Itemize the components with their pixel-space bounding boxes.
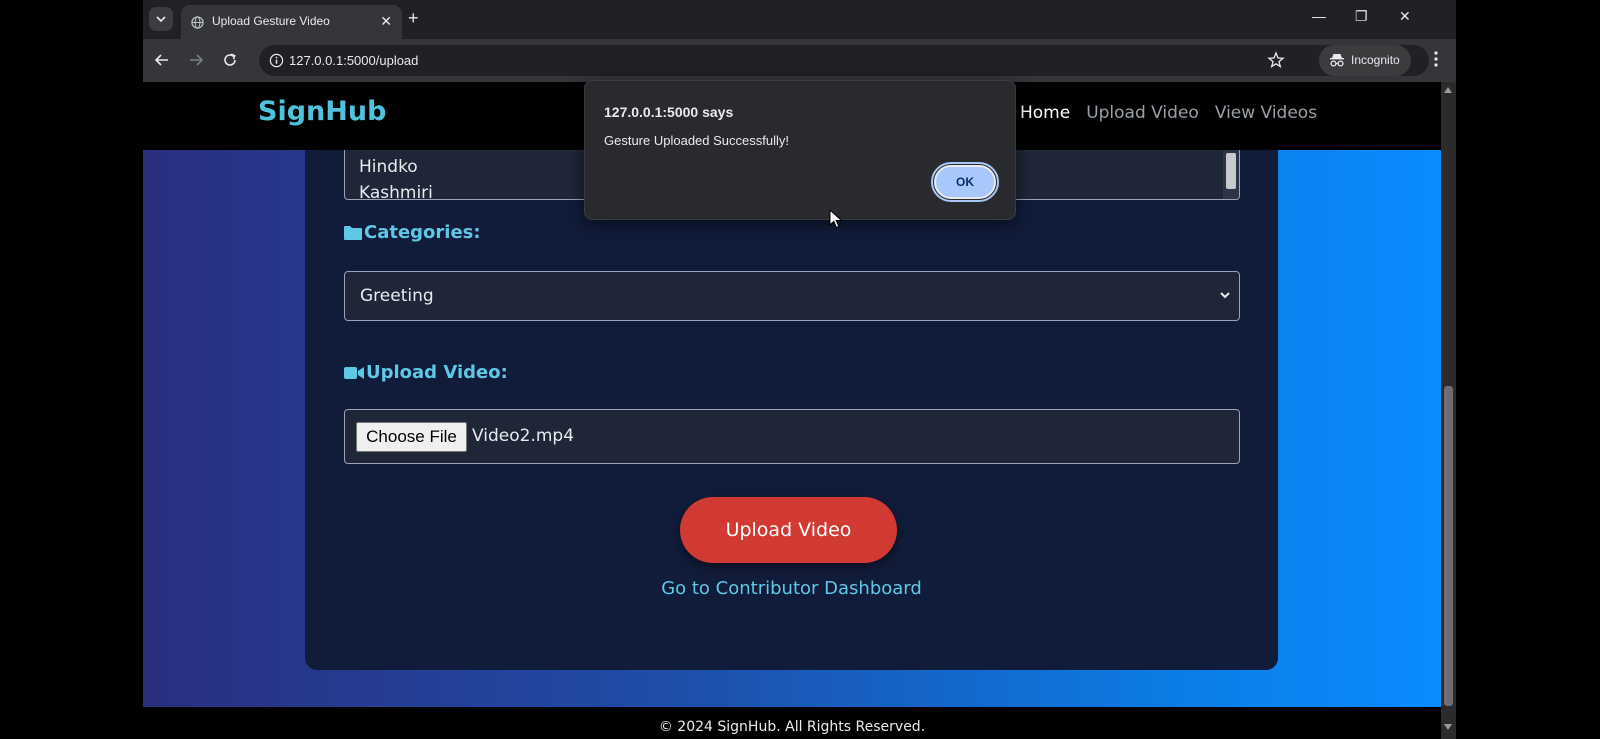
selected-file-name: Video2.mp4: [472, 426, 575, 446]
folder-icon: [344, 226, 362, 240]
footer-copyright: © 2024 SignHub. All Rights Reserved.: [658, 719, 926, 735]
minimize-icon[interactable]: —: [1312, 8, 1326, 24]
chevron-down-icon: [1220, 292, 1230, 299]
page-scrollbar[interactable]: [1441, 82, 1456, 739]
incognito-icon: [1330, 54, 1344, 67]
globe-icon: [191, 16, 204, 29]
nav-home[interactable]: Home: [1020, 103, 1070, 123]
scroll-down-arrow-icon[interactable]: [1444, 724, 1452, 730]
nav-view-videos[interactable]: View Videos: [1215, 103, 1317, 123]
mouse-pointer-icon: [829, 209, 843, 229]
tab-search-button[interactable]: [149, 7, 173, 31]
languages-line-hindko: Hindko: [359, 157, 418, 177]
scroll-up-arrow-icon[interactable]: [1444, 87, 1452, 93]
alert-message: Gesture Uploaded Successfully!: [604, 133, 789, 148]
alert-dialog: 127.0.0.1:5000 says Gesture Uploaded Suc…: [584, 80, 1016, 220]
browser-toolbar: 127.0.0.1:5000/upload Incognito: [143, 39, 1456, 82]
chevron-down-icon: [156, 16, 166, 23]
upload-video-label: Upload Video:: [366, 362, 508, 383]
incognito-label: Incognito: [1351, 53, 1400, 67]
choose-file-button[interactable]: Choose File: [356, 422, 467, 452]
site-footer: © 2024 SignHub. All Rights Reserved.: [143, 707, 1441, 739]
url-text: 127.0.0.1:5000/upload: [289, 53, 419, 68]
nav-upload-video[interactable]: Upload Video: [1086, 103, 1199, 123]
tab-strip: Upload Gesture Video ✕ + — ❐ ✕: [143, 0, 1456, 39]
categories-heading: Categories:: [344, 222, 481, 243]
video-file-input[interactable]: Choose File Video2.mp4: [344, 409, 1240, 464]
page-scrollbar-thumb[interactable]: [1444, 386, 1453, 706]
more-menu-icon[interactable]: [1433, 49, 1439, 69]
close-window-icon[interactable]: ✕: [1399, 8, 1411, 25]
languages-line-kashmiri: Kashmiri: [359, 183, 433, 200]
video-camera-icon: [344, 366, 364, 379]
site-nav: Home Upload Video View Videos: [1020, 103, 1317, 123]
categories-label: Categories:: [364, 222, 481, 243]
screen: Upload Gesture Video ✕ + — ❐ ✕ 127.0.0.1…: [0, 0, 1600, 739]
tab-title: Upload Gesture Video: [212, 14, 330, 28]
bookmark-star-icon[interactable]: [1267, 51, 1285, 69]
textarea-scrollbar-thumb[interactable]: [1226, 153, 1236, 189]
contributor-dashboard-link[interactable]: Go to Contributor Dashboard: [305, 578, 1278, 599]
restore-icon[interactable]: ❐: [1355, 8, 1368, 25]
site-info-icon[interactable]: [269, 53, 284, 68]
category-select[interactable]: Greeting: [344, 271, 1240, 321]
back-arrow-icon[interactable]: [153, 51, 171, 69]
alert-ok-button[interactable]: OK: [931, 162, 999, 202]
category-selected-value: Greeting: [360, 286, 434, 306]
tab-close-icon[interactable]: ✕: [380, 14, 392, 28]
site-logo[interactable]: SignHub: [258, 96, 386, 127]
incognito-profile-button[interactable]: Incognito: [1319, 45, 1411, 76]
upload-video-heading: Upload Video:: [344, 362, 508, 383]
upload-video-button[interactable]: Upload Video: [680, 497, 897, 563]
tab-upload-gesture-video[interactable]: Upload Gesture Video ✕: [181, 5, 402, 39]
reload-icon[interactable]: [221, 51, 239, 69]
address-bar[interactable]: 127.0.0.1:5000/upload: [259, 45, 1429, 76]
forward-arrow-icon[interactable]: [187, 51, 205, 69]
alert-title: 127.0.0.1:5000 says: [604, 104, 734, 120]
new-tab-icon[interactable]: +: [408, 8, 419, 28]
